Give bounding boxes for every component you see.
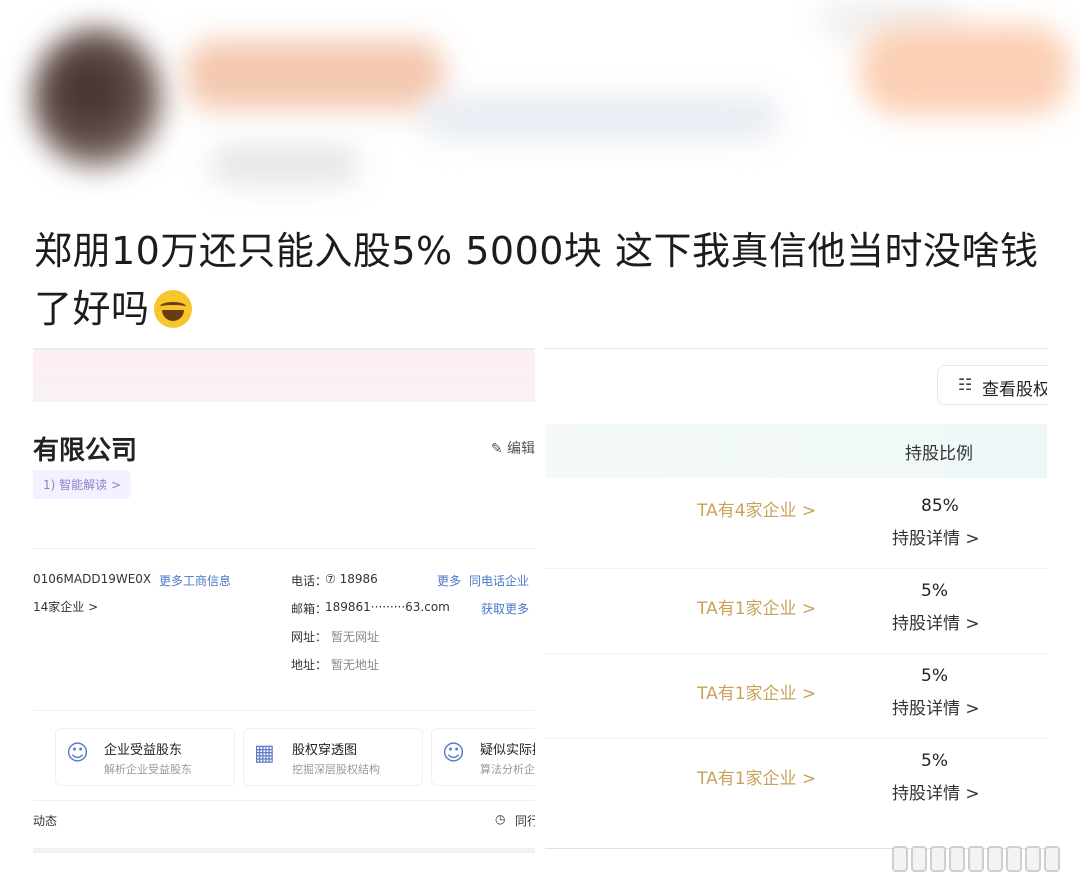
blurred-username-extra bbox=[420, 95, 780, 140]
watermark-logo bbox=[892, 846, 1060, 872]
blurred-meta bbox=[210, 145, 360, 185]
user-shield-icon: ☺ bbox=[66, 741, 89, 766]
divider bbox=[545, 653, 1047, 654]
divider bbox=[545, 348, 1047, 349]
view-equity-button[interactable]: ☷ 查看股权 bbox=[937, 365, 1047, 405]
document-icon: ☷ bbox=[958, 375, 973, 394]
phone-label: 电话： bbox=[291, 574, 328, 588]
website-label: 网址： bbox=[291, 630, 328, 644]
address-value: 暂无地址 bbox=[331, 658, 380, 672]
clock-icon: ◷ bbox=[495, 812, 506, 826]
email-value: 189861·········63.com bbox=[325, 600, 450, 614]
website-value: 暂无网址 bbox=[331, 630, 380, 644]
related-companies-link[interactable]: 14家企业 > bbox=[33, 598, 98, 615]
actual-controller-card[interactable]: ☺ 疑似实际控 算法分析企 bbox=[431, 728, 535, 786]
column-header-ratio: 持股比例 bbox=[905, 444, 973, 464]
same-phone-link[interactable]: 同电话企业 bbox=[469, 572, 529, 589]
credit-code: 0106MADD19WE0X bbox=[33, 572, 152, 586]
enterprise-link[interactable]: TA有4家企业 > bbox=[697, 496, 816, 521]
card-title: 企业受益股东 bbox=[104, 743, 183, 758]
detail-link[interactable]: 持股详情 > bbox=[892, 779, 980, 804]
bottom-band bbox=[33, 848, 535, 853]
blurred-username bbox=[185, 40, 445, 110]
blurred-user-header bbox=[0, 0, 1080, 215]
view-equity-label: 查看股权 bbox=[982, 380, 1047, 400]
email-more-link[interactable]: 获取更多 bbox=[481, 600, 529, 617]
ratio-value: 5% bbox=[921, 666, 948, 686]
laughing-tears-emoji bbox=[153, 290, 192, 328]
enterprise-link[interactable]: TA有1家企业 > bbox=[697, 594, 816, 619]
phone-more-link[interactable]: 更多 bbox=[437, 572, 461, 589]
blurred-follow-button[interactable] bbox=[860, 25, 1070, 115]
dynamics-tab[interactable]: 动态 bbox=[33, 812, 57, 829]
enterprise-link[interactable]: TA有1家企业 > bbox=[697, 764, 816, 789]
table-header: 持股比例 bbox=[545, 424, 1047, 478]
card-title: 疑似实际控 bbox=[480, 743, 535, 758]
peer-link[interactable]: 同行 bbox=[515, 812, 535, 829]
more-business-link[interactable]: 更多工商信息 bbox=[159, 572, 231, 589]
divider bbox=[33, 800, 535, 801]
user-shield-icon: ☺ bbox=[442, 741, 465, 766]
ratio-value: 5% bbox=[921, 581, 948, 601]
post-text: 郑朋10万还只能入股5% 5000块 这下我真信他当时没啥钱了好吗 bbox=[34, 222, 1064, 338]
edit-button[interactable]: ✎ 编辑 bbox=[491, 438, 535, 458]
detail-link[interactable]: 持股详情 > bbox=[892, 609, 980, 634]
email-label: 邮箱： bbox=[291, 602, 328, 616]
beneficiary-card[interactable]: ☺ 企业受益股东 解析企业受益股东 bbox=[55, 728, 235, 786]
avatar[interactable] bbox=[32, 28, 162, 168]
shareholding-screenshot: ☷ 查看股权 持股比例 TA有4家企业 > 85% 持股详情 > TA有1家企业… bbox=[545, 348, 1047, 853]
detail-link[interactable]: 持股详情 > bbox=[892, 694, 980, 719]
equity-penetration-card[interactable]: ▦ 股权穿透图 挖掘深层股权结构 bbox=[243, 728, 423, 786]
company-info-screenshot: 有限公司 ✎ 编辑 1) 智能解读 > 0106MADD19WE0X 更多工商信… bbox=[33, 348, 535, 853]
card-subtitle: 解析企业受益股东 bbox=[104, 763, 192, 776]
card-subtitle: 挖掘深层股权结构 bbox=[292, 763, 380, 776]
divider bbox=[545, 568, 1047, 569]
detail-link[interactable]: 持股详情 > bbox=[892, 524, 980, 549]
phone-value: ⑦ 18986 bbox=[325, 572, 378, 586]
card-title: 股权穿透图 bbox=[292, 743, 358, 758]
header-band bbox=[33, 348, 535, 402]
ratio-value: 5% bbox=[921, 751, 948, 771]
company-title: 有限公司 bbox=[33, 436, 138, 466]
divider bbox=[33, 710, 535, 711]
address-label: 地址： bbox=[291, 658, 328, 672]
org-chart-icon: ▦ bbox=[254, 741, 275, 766]
enterprise-link[interactable]: TA有1家企业 > bbox=[697, 679, 816, 704]
ai-interpret-tag[interactable]: 1) 智能解读 > bbox=[33, 470, 132, 499]
divider bbox=[545, 738, 1047, 739]
card-subtitle: 算法分析企 bbox=[480, 763, 535, 776]
ratio-value: 85% bbox=[921, 496, 959, 516]
divider bbox=[33, 548, 535, 549]
